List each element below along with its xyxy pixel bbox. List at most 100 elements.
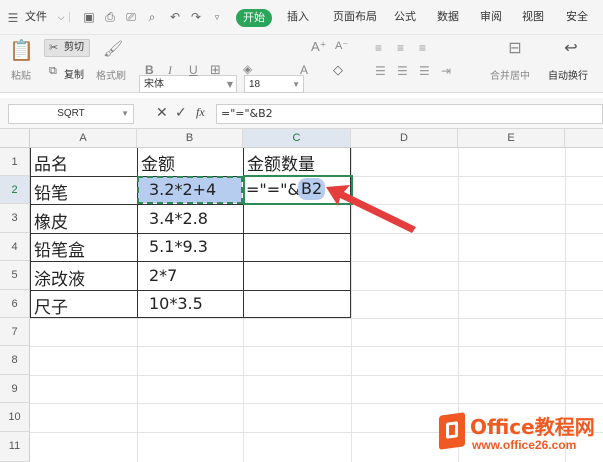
red-arrow-annotation xyxy=(326,185,416,233)
row-header-5[interactable]: 5 xyxy=(0,261,30,290)
align-middle-icon[interactable]: ≡ xyxy=(397,41,404,55)
row-header-9[interactable]: 9 xyxy=(0,375,30,403)
office-logo-icon xyxy=(439,412,465,450)
table-border xyxy=(30,290,351,291)
row-header-7[interactable]: 7 xyxy=(0,318,30,346)
underline-icon[interactable]: U xyxy=(189,63,198,77)
cancel-icon[interactable]: ✕ xyxy=(156,104,168,121)
customize-dropdown-icon[interactable]: ▿ xyxy=(210,10,224,24)
row-header-8[interactable]: 8 xyxy=(0,346,30,375)
print-icon[interactable]: ⎚ xyxy=(124,10,138,24)
tab-page-layout[interactable]: 页面布局 xyxy=(333,8,377,26)
row-header-10[interactable]: 10 xyxy=(0,403,30,432)
font-color-icon[interactable]: A xyxy=(300,63,308,77)
column-header-f[interactable] xyxy=(565,129,603,148)
wrap-text-icon[interactable]: ↩ xyxy=(561,39,581,59)
wrap-text-button[interactable]: 自动换行 xyxy=(548,67,588,82)
formula-text: ="="&B2 xyxy=(221,107,273,120)
separator: | xyxy=(68,11,71,23)
file-menu[interactable]: 文件 xyxy=(25,8,47,26)
borders-icon[interactable]: ⊞ xyxy=(210,62,221,78)
indent-icon[interactable]: ⇥ xyxy=(441,64,451,78)
tab-data[interactable]: 数据 xyxy=(437,8,459,26)
cell-c2-formula[interactable]: ="="& xyxy=(246,180,300,199)
cell-b3[interactable]: 3.4*2.8 xyxy=(149,209,208,228)
paste-button[interactable]: 粘贴 xyxy=(11,67,31,82)
cell-a6[interactable]: 尺子 xyxy=(34,293,68,318)
tab-security[interactable]: 安全 xyxy=(566,8,588,26)
spreadsheet-grid: A B C D E 1 2 3 4 5 6 7 8 9 10 11 品名 金额 … xyxy=(0,129,603,462)
column-header-e[interactable]: E xyxy=(458,129,565,148)
align-right-icon[interactable]: ☰ xyxy=(419,64,430,78)
font-size-select[interactable]: 18 ▼ xyxy=(244,75,304,93)
tab-insert[interactable]: 插入 xyxy=(287,8,309,26)
format-painter-button[interactable]: 格式刷 xyxy=(96,67,126,82)
watermark-brand: Office教程网 xyxy=(470,415,595,439)
watermark-url: www.office26.com xyxy=(472,438,577,452)
menu-bar: ☰ 文件 ⌵ | ▣ ⎙ ⎚ ⌕ ↶ ↷ ▿ 开始 插入 页面布局 公式 数据 … xyxy=(0,0,603,35)
gridline xyxy=(30,318,603,319)
select-all-corner[interactable] xyxy=(0,129,30,148)
align-left-icon[interactable]: ☰ xyxy=(375,64,386,78)
column-header-b[interactable]: B xyxy=(137,129,243,148)
row-header-11[interactable]: 11 xyxy=(0,432,30,462)
copy-icon[interactable]: ⧉ xyxy=(49,65,57,78)
paste-icon[interactable]: 📋 xyxy=(9,39,34,63)
cell-a1[interactable]: 品名 xyxy=(34,150,68,175)
row-header-6[interactable]: 6 xyxy=(0,290,30,318)
cell-b1[interactable]: 金额 xyxy=(141,150,175,175)
cell-b6[interactable]: 10*3.5 xyxy=(149,294,203,313)
table-border xyxy=(30,261,351,262)
cell-c1[interactable]: 金额数量 xyxy=(247,150,315,175)
confirm-icon[interactable]: ✓ xyxy=(175,104,187,121)
tab-review[interactable]: 审阅 xyxy=(480,8,502,26)
tab-formulas[interactable]: 公式 xyxy=(394,8,416,26)
row-header-4[interactable]: 4 xyxy=(0,233,30,261)
align-center-icon[interactable]: ☰ xyxy=(397,64,408,78)
redo-icon[interactable]: ↷ xyxy=(189,10,203,24)
row-header-3[interactable]: 3 xyxy=(0,204,30,233)
row-header-2[interactable]: 2 xyxy=(0,176,30,204)
cell-b4[interactable]: 5.1*9.3 xyxy=(149,237,208,256)
export-pdf-icon[interactable]: ⎙ xyxy=(103,10,117,24)
tab-view[interactable]: 视图 xyxy=(522,8,544,26)
fill-color-icon[interactable]: ◈ xyxy=(243,62,252,76)
gridline xyxy=(30,346,603,347)
cell-a2[interactable]: 铅笔 xyxy=(34,179,68,204)
cell-a3[interactable]: 橡皮 xyxy=(34,208,68,233)
insert-function-button[interactable]: fx xyxy=(196,105,205,120)
format-painter-icon[interactable]: 🖌 xyxy=(103,39,123,61)
merge-center-button[interactable]: 合并居中 xyxy=(490,67,530,82)
print-preview-icon[interactable]: ⌕ xyxy=(145,10,159,24)
increase-font-icon[interactable]: A⁺ xyxy=(311,39,327,55)
name-box[interactable]: SQRT ▼ xyxy=(8,104,134,124)
merge-center-icon[interactable]: ⊟ xyxy=(505,39,525,59)
chevron-down-icon: ▼ xyxy=(121,109,129,118)
cell-a4[interactable]: 铅笔盒 xyxy=(34,236,85,261)
font-name-select[interactable]: 宋体 ▼ xyxy=(139,75,237,93)
align-bottom-icon[interactable]: ≡ xyxy=(419,41,426,55)
gridline xyxy=(30,403,603,404)
decrease-font-icon[interactable]: A⁻ xyxy=(335,39,348,52)
row-header-1[interactable]: 1 xyxy=(0,148,30,176)
italic-icon[interactable]: I xyxy=(168,63,172,78)
cut-button[interactable]: ✂ 剪切 xyxy=(44,39,90,57)
chevron-down-icon[interactable]: ⌵ xyxy=(54,10,68,24)
formula-input[interactable]: ="="&B2 xyxy=(216,104,603,124)
align-top-icon[interactable]: ≡ xyxy=(375,41,382,55)
save-icon[interactable]: ▣ xyxy=(82,10,96,24)
cell-b5[interactable]: 2*7 xyxy=(149,266,177,285)
column-header-a[interactable]: A xyxy=(30,129,137,148)
font-name-value: 宋体 xyxy=(144,79,164,90)
cell-b2[interactable]: 3.2*2+4 xyxy=(149,180,216,199)
scissors-icon: ✂ xyxy=(49,42,59,54)
clear-format-icon[interactable]: ◇ xyxy=(333,62,343,78)
tab-home[interactable]: 开始 xyxy=(236,9,272,27)
copy-button[interactable]: 复制 xyxy=(64,66,84,81)
column-header-c[interactable]: C xyxy=(243,129,351,148)
hamburger-icon[interactable]: ☰ xyxy=(6,11,20,25)
bold-icon[interactable]: B xyxy=(145,63,154,77)
column-header-d[interactable]: D xyxy=(351,129,458,148)
undo-icon[interactable]: ↶ xyxy=(168,10,182,24)
cell-a5[interactable]: 涂改液 xyxy=(34,265,85,290)
